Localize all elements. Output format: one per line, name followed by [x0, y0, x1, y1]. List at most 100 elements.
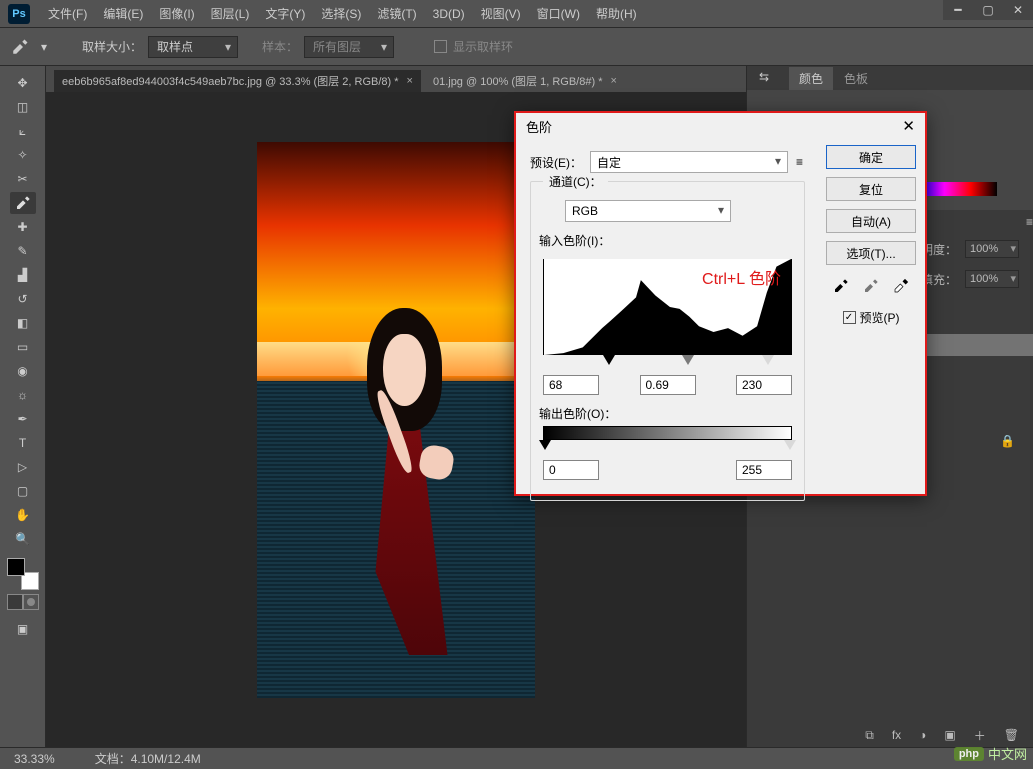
white-point-slider[interactable] — [762, 355, 774, 365]
black-eyedropper-icon[interactable] — [832, 277, 850, 295]
delete-layer-icon[interactable]: 🗑 — [1004, 728, 1019, 742]
brush-tool[interactable]: ✎ — [10, 240, 36, 262]
hand-tool[interactable]: ✋ — [10, 504, 36, 526]
sample-scope-dropdown[interactable]: 所有图层 — [304, 36, 394, 58]
document-tab-2[interactable]: 01.jpg @ 100% (图层 1, RGB/8#) * × — [425, 70, 625, 92]
mask-icon[interactable]: ◑ — [919, 728, 926, 742]
output-white-field[interactable]: 255 — [736, 460, 792, 480]
healing-brush-tool[interactable]: ✚ — [10, 216, 36, 238]
preset-dropdown[interactable]: 自定 — [590, 151, 788, 173]
menu-layer[interactable]: 图层(L) — [203, 0, 258, 28]
channel-dropdown[interactable]: RGB — [565, 200, 731, 222]
type-tool[interactable]: T — [10, 432, 36, 454]
output-black-slider[interactable] — [539, 440, 551, 450]
input-black-field[interactable]: 68 — [543, 375, 599, 395]
levels-close-button[interactable]: ✕ — [902, 117, 915, 135]
move-tool[interactable]: ✥ — [10, 72, 36, 94]
menu-file[interactable]: 文件(F) — [40, 0, 95, 28]
history-brush-tool[interactable]: ↺ — [10, 288, 36, 310]
marquee-tool[interactable]: ◫ — [10, 96, 36, 118]
swatches-tab[interactable]: 色板 — [834, 67, 878, 90]
watermark: php 中文网 — [954, 744, 1027, 763]
path-select-tool[interactable]: ▷ — [10, 456, 36, 478]
options-button[interactable]: 选项(T)... — [826, 241, 916, 265]
input-gamma-field[interactable]: 0.69 — [640, 375, 696, 395]
levels-title: 色阶 — [526, 117, 552, 136]
output-black-field[interactable]: 0 — [543, 460, 599, 480]
gamma-slider[interactable] — [682, 355, 694, 365]
lasso-tool[interactable]: ⟀ — [10, 120, 36, 142]
panel-collapse-icon[interactable]: ⇆ — [759, 70, 769, 84]
output-white-slider[interactable] — [784, 440, 796, 450]
menu-help[interactable]: 帮助(H) — [588, 0, 645, 28]
sample-size-dropdown[interactable]: 取样点 — [148, 36, 238, 58]
fx-icon[interactable]: fx — [892, 728, 901, 742]
menu-image[interactable]: 图像(I) — [151, 0, 202, 28]
input-white-field[interactable]: 230 — [736, 375, 792, 395]
standard-mode-button[interactable] — [7, 594, 23, 610]
window-close-button[interactable]: ✕ — [1003, 0, 1033, 20]
zoom-tool[interactable]: 🔍 — [10, 528, 36, 550]
new-layer-icon[interactable]: ＋ — [974, 727, 986, 744]
opacity-dropdown[interactable]: 100% — [965, 240, 1019, 258]
pen-tool[interactable]: ✒ — [10, 408, 36, 430]
close-tab-icon[interactable]: × — [610, 75, 616, 87]
color-panel-tabs: ⇆ 颜色 色板 — [747, 66, 1033, 90]
white-eyedropper-icon[interactable] — [892, 277, 910, 295]
menu-3d[interactable]: 3D(D) — [425, 0, 473, 28]
blur-tool[interactable]: ◉ — [10, 360, 36, 382]
close-tab-icon[interactable]: × — [407, 75, 413, 87]
canvas-model — [338, 308, 471, 669]
doc-size[interactable]: 文档：4.10M/12.4M — [95, 750, 201, 767]
watermark-badge: php — [954, 747, 984, 761]
screen-mode-button[interactable]: ▣ — [10, 618, 36, 640]
eraser-tool[interactable]: ◧ — [10, 312, 36, 334]
black-point-slider[interactable] — [603, 355, 615, 365]
preset-menu-icon[interactable]: ≡ — [796, 155, 803, 169]
menu-filter[interactable]: 滤镜(T) — [369, 0, 424, 28]
watermark-text: 中文网 — [988, 744, 1027, 763]
document-tab-1[interactable]: eeb6b965af8ed944003f4c549aeb7bc.jpg @ 33… — [54, 70, 421, 92]
levels-histogram[interactable]: Ctrl+L 色阶 — [543, 259, 792, 355]
window-minimize-button[interactable]: ━ — [943, 0, 973, 20]
eyedropper-tool[interactable] — [10, 192, 36, 214]
color-tab[interactable]: 颜色 — [789, 67, 833, 90]
menu-select[interactable]: 选择(S) — [313, 0, 369, 28]
window-maximize-button[interactable]: ▢ — [973, 0, 1003, 20]
fg-bg-colors[interactable] — [7, 558, 39, 590]
preview-checkbox[interactable]: ✓ — [843, 311, 856, 324]
tab-title: eeb6b965af8ed944003f4c549aeb7bc.jpg @ 33… — [62, 73, 399, 89]
dodge-tool[interactable]: ☼ — [10, 384, 36, 406]
crop-tool[interactable]: ✂ — [10, 168, 36, 190]
new-group-icon[interactable]: ▣ — [944, 728, 955, 742]
quickmask-toggle — [7, 594, 39, 610]
cancel-button[interactable]: 复位 — [826, 177, 916, 201]
auto-button[interactable]: 自动(A) — [826, 209, 916, 233]
levels-titlebar[interactable]: 色阶 ✕ — [516, 113, 925, 139]
output-gradient[interactable] — [543, 426, 792, 440]
menu-type[interactable]: 文字(Y) — [257, 0, 313, 28]
input-slider-track[interactable] — [543, 355, 792, 369]
foreground-color-swatch[interactable] — [7, 558, 25, 576]
ok-button[interactable]: 确定 — [826, 145, 916, 169]
channel-fieldset: 通道(C)： RGB 输入色阶(I)： Ctrl+L 色阶 — [530, 181, 805, 501]
dropdown-icon[interactable]: ▾ — [34, 37, 54, 57]
menu-window[interactable]: 窗口(W) — [529, 0, 588, 28]
gray-eyedropper-icon[interactable] — [862, 277, 880, 295]
status-bar: 33.33% 文档：4.10M/12.4M — [0, 747, 1033, 769]
canvas[interactable] — [257, 142, 535, 698]
fill-dropdown[interactable]: 100% — [965, 270, 1019, 288]
eyedropper-tool-icon — [10, 37, 30, 57]
show-sample-ring-checkbox[interactable] — [434, 40, 447, 53]
magic-wand-tool[interactable]: ✧ — [10, 144, 36, 166]
gradient-tool[interactable]: ▭ — [10, 336, 36, 358]
zoom-level[interactable]: 33.33% — [14, 752, 55, 766]
shape-tool[interactable]: ▢ — [10, 480, 36, 502]
menu-view[interactable]: 视图(V) — [473, 0, 529, 28]
output-slider-track[interactable] — [543, 440, 792, 454]
menu-edit[interactable]: 编辑(E) — [95, 0, 151, 28]
link-layers-icon[interactable]: ⧉ — [865, 728, 874, 743]
panel-menu-icon[interactable]: ≡ — [1026, 215, 1033, 229]
clone-stamp-tool[interactable]: ▟ — [10, 264, 36, 286]
quick-mask-button[interactable] — [23, 594, 39, 610]
